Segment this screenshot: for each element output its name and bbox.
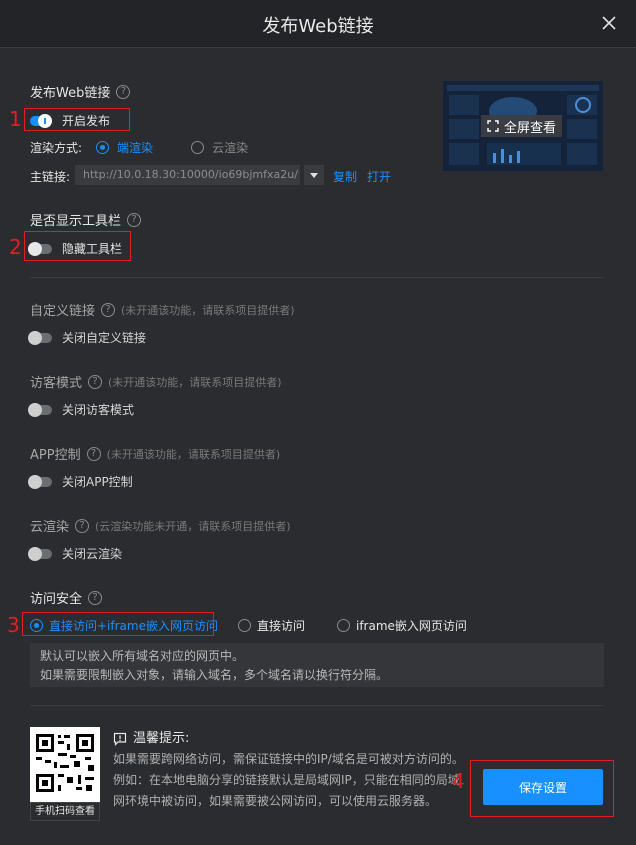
access-option-direct[interactable]: 直接访问 [238, 617, 305, 634]
main-link-label-wrap: 主链接: [30, 168, 70, 185]
info-icon [113, 732, 127, 746]
open-link[interactable]: 打开 [367, 168, 391, 185]
dialog-title: 发布Web链接 [262, 16, 374, 37]
access-option-both[interactable]: 直接访问+iframe嵌入网页访问 [30, 617, 218, 634]
help-icon[interactable]: ? [86, 446, 101, 461]
access-direct-label[interactable]: 直接访问 [257, 617, 305, 634]
publish-toggle[interactable]: 开启发布 [30, 112, 110, 129]
custom-link-section-title: 自定义链接 ? (未开通该功能，请联系项目提供者) [30, 302, 295, 319]
annotation-1: 1 [9, 107, 22, 131]
preview-thumbnail[interactable]: 全屏查看 [443, 81, 603, 171]
render-mode-label: 渲染方式: [30, 141, 83, 155]
access-security-section-title: 访问安全 ? [30, 588, 103, 607]
main-link-input[interactable]: http://10.0.18.30:10000/io69bjmfxa2u/ [75, 165, 300, 185]
toolbar-switch[interactable] [28, 241, 52, 256]
access-both-radio[interactable] [30, 619, 43, 632]
tip-line-1: 如果需要跨网络访问，需保证链接中的IP/域名是可被对方访问的。 [113, 752, 464, 766]
help-icon[interactable]: ? [116, 84, 131, 99]
guest-mode-switch [28, 402, 52, 417]
guest-mode-toggle: 关闭访客模式 [28, 401, 135, 418]
fullscreen-preview-button[interactable]: 全屏查看 [481, 115, 563, 137]
publish-section-title: 发布Web链接 ? [30, 82, 131, 101]
annotation-3: 3 [7, 613, 20, 637]
render-end-radio[interactable] [96, 141, 110, 154]
publish-dialog: 发布Web链接 发布Web链接 ? 1 开启发布 渲染方式: 端渲染 云渲染 主… [0, 0, 636, 845]
link-actions: 复制 打开 [333, 168, 391, 185]
publish-toggle-label: 开启发布 [62, 114, 111, 128]
divider [30, 705, 604, 706]
tip-line-3: 网环境中被访问，如果需要被公网访问，可以使用云服务器。 [113, 794, 438, 808]
guest-mode-toggle-label: 关闭访客模式 [62, 403, 135, 417]
cloud-render-note: (云渲染功能未开通，请联系项目提供者) [95, 519, 291, 533]
help-icon[interactable]: ? [88, 374, 103, 389]
app-control-switch [28, 474, 52, 489]
render-cloud-label[interactable]: 云渲染 [212, 139, 248, 156]
app-control-toggle: 关闭APP控制 [28, 473, 133, 490]
save-settings-button[interactable]: 保存设置 [483, 769, 603, 805]
access-both-label[interactable]: 直接访问+iframe嵌入网页访问 [49, 617, 218, 634]
toolbar-toggle[interactable]: 隐藏工具栏 [28, 240, 123, 257]
access-option-iframe[interactable]: iframe嵌入网页访问 [337, 617, 467, 634]
dialog-header: 发布Web链接 [0, 0, 636, 48]
copy-link[interactable]: 复制 [333, 168, 357, 185]
guest-mode-note: (未开通该功能，请联系项目提供者) [108, 375, 282, 389]
app-control-section-title: APP控制 ? (未开通该功能，请联系项目提供者) [30, 446, 281, 463]
render-mode-row: 渲染方式: 端渲染 云渲染 [30, 139, 248, 156]
publish-switch[interactable] [30, 113, 52, 128]
qr-code-image [30, 727, 100, 803]
main-link-label: 主链接: [30, 170, 71, 184]
tip-title: 温馨提示: [113, 728, 473, 749]
cloud-render-toggle: 关闭云渲染 [28, 545, 123, 562]
toolbar-toggle-label: 隐藏工具栏 [62, 242, 123, 256]
custom-link-toggle: 关闭自定义链接 [28, 329, 147, 346]
close-icon[interactable] [600, 14, 618, 32]
app-control-toggle-label: 关闭APP控制 [62, 475, 133, 489]
annotation-2: 2 [9, 235, 22, 259]
annotation-4: 4 [452, 769, 465, 793]
help-icon[interactable]: ? [127, 212, 142, 227]
access-iframe-radio[interactable] [337, 619, 350, 632]
fullscreen-icon [487, 120, 499, 132]
guest-mode-section-title: 访客模式 ? (未开通该功能，请联系项目提供者) [30, 374, 282, 391]
chevron-down-icon[interactable] [304, 165, 324, 185]
divider [30, 277, 604, 278]
help-icon[interactable]: ? [88, 590, 103, 605]
help-icon[interactable]: ? [75, 518, 90, 533]
access-direct-radio[interactable] [238, 619, 251, 632]
toolbar-section-title: 是否显示工具栏 ? [30, 210, 142, 229]
domain-whitelist-textarea[interactable]: 默认可以嵌入所有域名对应的网页中。 如果需要限制嵌入对象，请输入域名，多个域名请… [30, 643, 604, 687]
render-cloud-radio[interactable] [191, 141, 205, 154]
tip-line-2: 例如：在本地电脑分享的链接默认是局域网IP，只能在相同的局域 [113, 773, 460, 787]
custom-link-switch [28, 330, 52, 345]
cloud-render-switch [28, 546, 52, 561]
cloud-render-section-title: 云渲染 ? (云渲染功能未开通，请联系项目提供者) [30, 518, 291, 535]
tips: 温馨提示: 如果需要跨网络访问，需保证链接中的IP/域名是可被对方访问的。 例如… [113, 728, 473, 812]
app-control-note: (未开通该功能，请联系项目提供者) [106, 447, 281, 461]
help-icon[interactable]: ? [101, 302, 116, 317]
render-end-label[interactable]: 端渲染 [117, 139, 153, 156]
qr-label: 手机扫码查看 [30, 802, 100, 821]
cloud-render-toggle-label: 关闭云渲染 [62, 547, 123, 561]
custom-link-toggle-label: 关闭自定义链接 [62, 331, 147, 345]
custom-link-note: (未开通该功能，请联系项目提供者) [121, 303, 295, 317]
access-iframe-label[interactable]: iframe嵌入网页访问 [356, 617, 467, 634]
